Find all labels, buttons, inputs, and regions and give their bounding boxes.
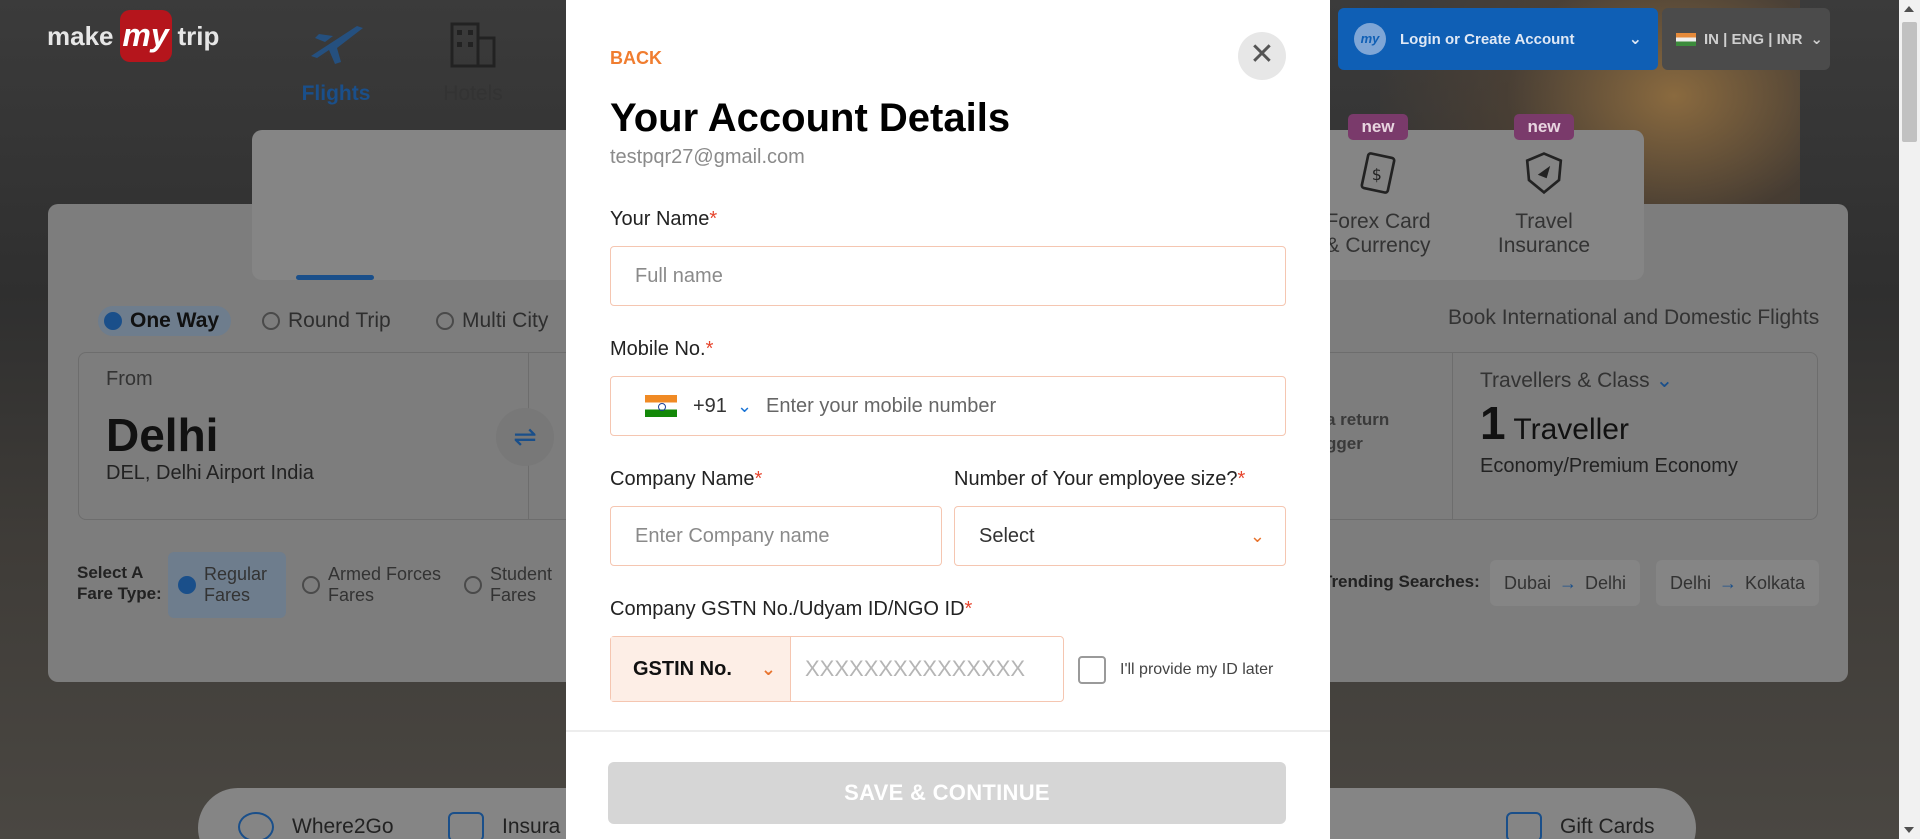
india-flag-icon: [645, 395, 677, 417]
fare-student[interactable]: Student Fares: [454, 552, 562, 618]
name-label: Your Name*: [610, 208, 718, 230]
tab-forex[interactable]: $ Forex Card & Currency: [1318, 150, 1438, 258]
chevron-down-icon: ⌄: [1655, 369, 1674, 392]
locale-selector[interactable]: IN | ENG | INR ⌄: [1662, 8, 1830, 70]
scroll-thumb[interactable]: [1902, 22, 1917, 142]
save-continue-button[interactable]: SAVE & CONTINUE: [608, 762, 1286, 824]
radio-checked-icon: [104, 312, 122, 330]
radio-icon: [436, 312, 454, 330]
arrow-right-icon: →: [1719, 572, 1738, 593]
return-hint: a return gger: [1326, 410, 1390, 453]
svg-text:$: $: [1372, 165, 1382, 184]
divider: [1452, 352, 1453, 520]
chevron-down-icon: ⌄: [760, 658, 776, 679]
scroll-down-icon[interactable]: [1904, 827, 1914, 833]
arrow-right-icon: →: [1559, 572, 1578, 593]
employee-size-select[interactable]: Select ⌄: [954, 506, 1286, 566]
chevron-down-icon: ⌄: [1628, 31, 1642, 48]
swap-icon[interactable]: ⇌: [496, 408, 554, 466]
radio-icon: [262, 312, 280, 330]
tab-hotels[interactable]: Hotels: [413, 16, 533, 106]
forex-card-icon: $: [1360, 152, 1396, 194]
insurance-icon: [1525, 152, 1563, 195]
mmt-icon: my: [1354, 23, 1386, 55]
fare-regular[interactable]: Regular Fares: [168, 552, 286, 618]
trip-multi-city[interactable]: Multi City: [436, 306, 548, 336]
active-tab-indicator: [296, 275, 374, 280]
chevron-down-icon[interactable]: ⌄: [737, 396, 752, 417]
from-city[interactable]: Delhi: [106, 408, 218, 462]
bottom-item-where2go[interactable]: Where2Go: [238, 812, 394, 839]
mobile-field: +91 ⌄: [610, 376, 1286, 436]
trip-one-way[interactable]: One Way: [98, 306, 232, 336]
from-airport: DEL, Delhi Airport India: [106, 462, 314, 484]
modal-divider: [566, 730, 1330, 732]
new-badge: new: [1514, 114, 1574, 140]
bottom-item-gift-cards[interactable]: Gift Cards: [1506, 812, 1655, 839]
compass-icon: [238, 812, 274, 839]
account-email: testpqr27@gmail.com: [610, 146, 805, 168]
employee-size-label: Number of Your employee size?*: [954, 468, 1246, 490]
trip-round-trip[interactable]: Round Trip: [262, 306, 391, 336]
modal-title: Your Account Details: [610, 96, 1011, 140]
trending-label: Trending Searches:: [1322, 572, 1480, 591]
provide-later-option[interactable]: I'll provide my ID later: [1078, 656, 1273, 684]
country-code[interactable]: +91: [693, 395, 727, 418]
gstin-type-select[interactable]: GSTIN No. ⌄: [611, 637, 791, 701]
gift-card-icon: [1506, 812, 1542, 839]
mobile-label: Mobile No.*: [610, 338, 714, 360]
new-badge: new: [1348, 114, 1408, 140]
radio-icon: [464, 576, 482, 594]
chevron-down-icon: ⌄: [1249, 525, 1265, 546]
tab-insurance[interactable]: Travel Insurance: [1484, 150, 1604, 258]
scroll-up-icon[interactable]: [1904, 6, 1914, 12]
book-intl-text: Book International and Domestic Flights: [1448, 306, 1820, 329]
travellers-count: 1 Traveller: [1480, 397, 1629, 449]
radio-checked-icon: [178, 576, 196, 594]
full-name-input[interactable]: [610, 246, 1286, 306]
company-label: Company Name*: [610, 468, 763, 490]
bottom-item-insurance[interactable]: Insura: [448, 812, 560, 839]
account-details-modal: BACK ✕ Your Account Details testpqr27@gm…: [566, 0, 1330, 839]
fare-armed-forces[interactable]: Armed Forces Fares: [292, 552, 451, 618]
fare-type-label: Select A Fare Type:: [77, 563, 162, 603]
travel-class: Economy/Premium Economy: [1480, 455, 1738, 477]
company-name-input[interactable]: [610, 506, 942, 566]
india-flag-icon: [1676, 32, 1696, 46]
gstin-label: Company GSTN No./Udyam ID/NGO ID*: [610, 598, 973, 620]
provide-later-checkbox[interactable]: [1078, 656, 1106, 684]
hotel-icon: [450, 22, 496, 68]
mobile-input[interactable]: [766, 394, 1247, 418]
close-icon[interactable]: ✕: [1238, 32, 1286, 80]
tab-flights[interactable]: Flights: [276, 16, 396, 106]
gstin-field: GSTIN No. ⌄: [610, 636, 1064, 702]
radio-icon: [302, 576, 320, 594]
page-scrollbar[interactable]: [1899, 0, 1920, 839]
trending-chip[interactable]: Dubai → Delhi: [1490, 560, 1641, 606]
back-link[interactable]: BACK: [610, 48, 662, 69]
gstin-input[interactable]: [791, 637, 1061, 701]
travellers-label[interactable]: Travellers & Class ⌄: [1480, 368, 1673, 393]
image-icon: [448, 812, 484, 839]
from-label: From: [106, 368, 153, 390]
login-button[interactable]: my Login or Create Account ⌄: [1338, 8, 1658, 70]
trending-chip[interactable]: Delhi → Kolkata: [1656, 560, 1820, 606]
airplane-icon: [311, 26, 363, 64]
chevron-down-icon: ⌄: [1810, 31, 1823, 48]
makemytrip-logo[interactable]: make my trip: [47, 10, 219, 62]
